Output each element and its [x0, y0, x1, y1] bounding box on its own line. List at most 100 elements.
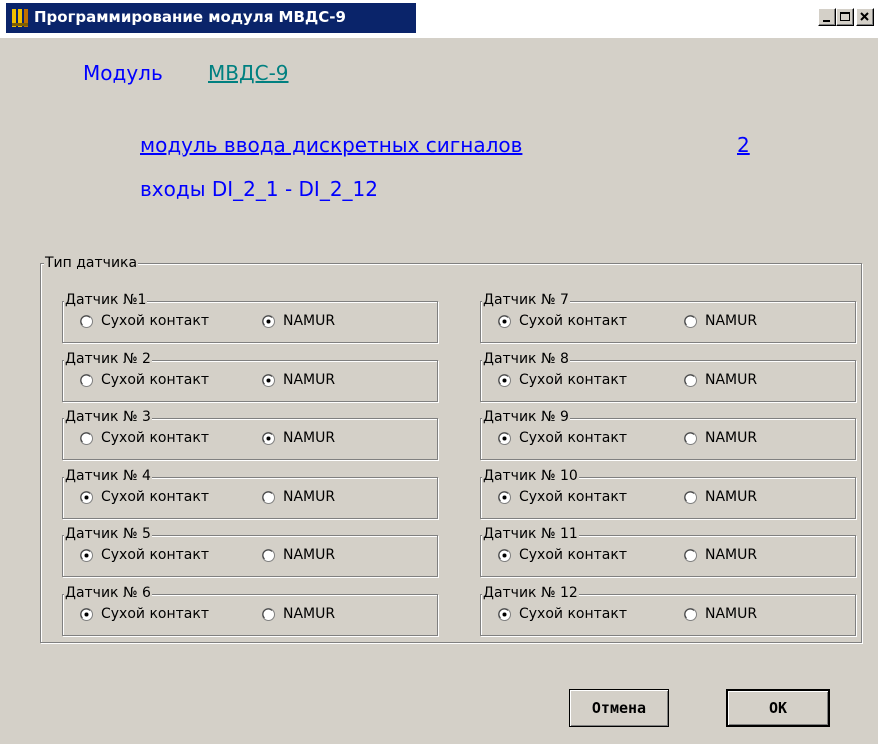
- app-icon: [12, 9, 28, 27]
- radio-dry-contact-label: Сухой контакт: [101, 606, 209, 622]
- radio-checked-icon: [80, 607, 93, 621]
- inputs-range: входы DI_2_1 - DI_2_12: [140, 177, 378, 201]
- sensor-label: Датчик № 8: [482, 351, 570, 367]
- radio-dry-contact[interactable]: Сухой контакт: [80, 547, 209, 563]
- sensor-label: Датчик № 11: [482, 526, 579, 542]
- radio-dry-contact-label: Сухой контакт: [101, 547, 209, 563]
- radio-namur[interactable]: NAMUR: [684, 430, 757, 446]
- radio-checked-icon: [262, 431, 275, 445]
- module-name-link[interactable]: МВДС-9: [208, 61, 289, 85]
- sensor-label: Датчик № 12: [482, 585, 579, 601]
- sensor-label: Датчик № 7: [482, 292, 570, 308]
- radio-namur-label: NAMUR: [705, 606, 758, 622]
- radio-unchecked-icon: [684, 431, 697, 445]
- radio-dry-contact[interactable]: Сухой контакт: [80, 372, 209, 388]
- close-button[interactable]: [856, 8, 874, 26]
- radio-unchecked-icon: [684, 490, 697, 504]
- radio-unchecked-icon: [262, 490, 275, 504]
- radio-namur[interactable]: NAMUR: [684, 372, 757, 388]
- radio-dry-contact-label: Сухой контакт: [101, 372, 209, 388]
- radio-namur[interactable]: NAMUR: [262, 547, 335, 563]
- radio-checked-icon: [262, 314, 275, 328]
- radio-namur-label: NAMUR: [283, 489, 336, 505]
- radio-unchecked-icon: [80, 373, 93, 387]
- radio-checked-icon: [80, 548, 93, 562]
- sensor-label: Датчик № 10: [482, 468, 579, 484]
- radio-dry-contact[interactable]: Сухой контакт: [498, 313, 627, 329]
- radio-namur-label: NAMUR: [705, 372, 758, 388]
- module-number: 2: [737, 133, 750, 157]
- radio-dry-contact-label: Сухой контакт: [519, 547, 627, 563]
- radio-namur-label: NAMUR: [283, 430, 336, 446]
- radio-checked-icon: [498, 548, 511, 562]
- radio-unchecked-icon: [80, 314, 93, 328]
- radio-namur[interactable]: NAMUR: [684, 313, 757, 329]
- sensor-label: Датчик № 3: [64, 409, 152, 425]
- radio-namur-label: NAMUR: [283, 313, 336, 329]
- radio-dry-contact-label: Сухой контакт: [519, 430, 627, 446]
- radio-checked-icon: [498, 607, 511, 621]
- radio-checked-icon: [498, 490, 511, 504]
- radio-unchecked-icon: [684, 314, 697, 328]
- module-label: Модуль: [83, 61, 163, 85]
- radio-namur[interactable]: NAMUR: [262, 489, 335, 505]
- sensor-label: Датчик № 4: [64, 468, 152, 484]
- close-icon: [860, 12, 869, 21]
- radio-checked-icon: [262, 373, 275, 387]
- radio-namur[interactable]: NAMUR: [262, 606, 335, 622]
- radio-dry-contact[interactable]: Сухой контакт: [498, 606, 627, 622]
- radio-dry-contact[interactable]: Сухой контакт: [80, 313, 209, 329]
- radio-dry-contact[interactable]: Сухой контакт: [498, 372, 627, 388]
- radio-dry-contact[interactable]: Сухой контакт: [498, 430, 627, 446]
- radio-namur[interactable]: NAMUR: [684, 547, 757, 563]
- sensor-label: Датчик № 5: [64, 526, 152, 542]
- radio-unchecked-icon: [684, 607, 697, 621]
- radio-dry-contact[interactable]: Сухой контакт: [498, 489, 627, 505]
- radio-unchecked-icon: [684, 548, 697, 562]
- sensor-label: Датчик №1: [64, 292, 148, 308]
- radio-dry-contact-label: Сухой контакт: [519, 606, 627, 622]
- radio-namur[interactable]: NAMUR: [262, 313, 335, 329]
- radio-namur[interactable]: NAMUR: [262, 372, 335, 388]
- radio-namur[interactable]: NAMUR: [684, 489, 757, 505]
- radio-namur-label: NAMUR: [283, 606, 336, 622]
- radio-namur-label: NAMUR: [283, 547, 336, 563]
- cancel-button[interactable]: Отмена: [569, 689, 669, 727]
- radio-dry-contact[interactable]: Сухой контакт: [80, 606, 209, 622]
- radio-namur[interactable]: NAMUR: [262, 430, 335, 446]
- radio-dry-contact-label: Сухой контакт: [101, 489, 209, 505]
- radio-dry-contact-label: Сухой контакт: [519, 372, 627, 388]
- module-description: модуль ввода дискретных сигналов: [140, 133, 523, 157]
- maximize-icon: [840, 12, 850, 21]
- sensor-label: Датчик № 2: [64, 351, 152, 367]
- ok-button[interactable]: OK: [726, 689, 830, 727]
- radio-dry-contact-label: Сухой контакт: [101, 313, 209, 329]
- radio-unchecked-icon: [262, 548, 275, 562]
- radio-dry-contact-label: Сухой контакт: [519, 489, 627, 505]
- window-title: Программирование модуля МВДС-9: [34, 8, 346, 26]
- radio-namur-label: NAMUR: [705, 430, 758, 446]
- radio-namur[interactable]: NAMUR: [684, 606, 757, 622]
- radio-namur-label: NAMUR: [705, 547, 758, 563]
- radio-dry-contact[interactable]: Сухой контакт: [80, 430, 209, 446]
- radio-checked-icon: [498, 431, 511, 445]
- maximize-button[interactable]: [836, 8, 854, 26]
- sensor-label: Датчик № 6: [64, 585, 152, 601]
- radio-namur-label: NAMUR: [705, 313, 758, 329]
- radio-checked-icon: [498, 314, 511, 328]
- radio-dry-contact-label: Сухой контакт: [101, 430, 209, 446]
- radio-dry-contact[interactable]: Сухой контакт: [80, 489, 209, 505]
- radio-namur-label: NAMUR: [705, 489, 758, 505]
- minimize-button[interactable]: [818, 8, 836, 26]
- radio-dry-contact-label: Сухой контакт: [519, 313, 627, 329]
- radio-namur-label: NAMUR: [283, 372, 336, 388]
- sensor-type-group-label: Тип датчика: [44, 255, 139, 271]
- title-bar[interactable]: Программирование модуля МВДС-9: [0, 0, 878, 38]
- radio-unchecked-icon: [262, 607, 275, 621]
- radio-unchecked-icon: [80, 431, 93, 445]
- radio-dry-contact[interactable]: Сухой контакт: [498, 547, 627, 563]
- dialog-window: Программирование модуля МВДС-9 Модуль МВ…: [0, 0, 878, 744]
- radio-unchecked-icon: [684, 373, 697, 387]
- minimize-icon: [823, 20, 830, 22]
- sensor-label: Датчик № 9: [482, 409, 570, 425]
